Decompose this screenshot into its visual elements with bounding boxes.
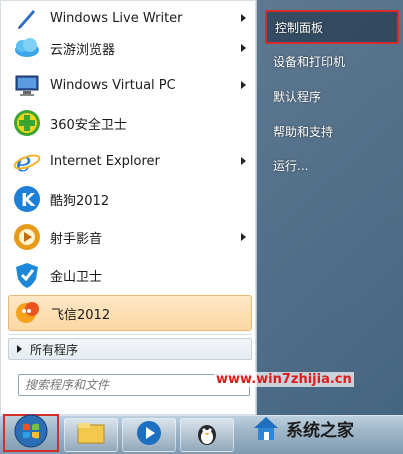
- file-explorer-icon: [76, 421, 106, 449]
- house-logo-icon: [250, 412, 282, 444]
- program-label: Windows Virtual PC: [50, 77, 176, 93]
- kingsoft-guard-icon: [12, 260, 42, 290]
- brand-text: 系统之家: [286, 420, 354, 441]
- right-item-run[interactable]: 运行...: [265, 148, 399, 182]
- program-label: 飞信2012: [51, 307, 111, 323]
- svg-text:K: K: [21, 190, 36, 211]
- windows-live-writer-icon: [12, 3, 42, 33]
- submenu-arrow-icon: [241, 157, 246, 165]
- taskbar-item-file-explorer[interactable]: [64, 418, 118, 452]
- program-360-security[interactable]: 360安全卫士: [8, 105, 252, 141]
- brand-watermark: 系统之家: [250, 408, 400, 448]
- program-shooter-player[interactable]: 射手影音: [8, 219, 252, 255]
- submenu-arrow-icon: [241, 44, 246, 52]
- right-item-label: 帮助和支持: [273, 124, 334, 139]
- right-item-control-panel[interactable]: 控制面板: [265, 10, 399, 44]
- right-item-label: 运行...: [273, 158, 309, 173]
- program-internet-explorer[interactable]: e Internet Explorer: [8, 143, 252, 179]
- submenu-arrow-icon: [241, 233, 246, 241]
- program-kingsoft-guard[interactable]: 金山卫士: [8, 257, 252, 293]
- watermark-url: www.win7zhijia.cn: [214, 372, 354, 387]
- expand-arrow-icon: [17, 345, 22, 353]
- start-orb-icon: [14, 414, 48, 452]
- submenu-arrow-icon: [241, 81, 246, 89]
- program-fetion[interactable]: 飞信2012: [8, 295, 252, 331]
- program-kugou[interactable]: K 酷狗2012: [8, 181, 252, 217]
- yunyou-browser-icon: [12, 33, 42, 63]
- program-label: Windows Live Writer: [50, 10, 183, 26]
- start-button[interactable]: [3, 414, 59, 452]
- program-label: 射手影音: [50, 231, 103, 247]
- right-item-default-programs[interactable]: 默认程序: [265, 79, 399, 113]
- media-player-icon: [135, 419, 163, 451]
- kugou-icon: K: [12, 184, 42, 214]
- program-label: 金山卫士: [50, 269, 103, 285]
- program-label: 云游浏览器: [50, 42, 116, 58]
- all-programs-button[interactable]: 所有程序: [8, 338, 252, 360]
- right-item-label: 默认程序: [273, 89, 322, 104]
- right-item-help-support[interactable]: 帮助和支持: [265, 114, 399, 148]
- all-programs-label: 所有程序: [30, 342, 79, 357]
- program-label: 360安全卫士: [50, 117, 127, 133]
- internet-explorer-icon: e: [12, 146, 42, 176]
- fetion-icon: [13, 298, 43, 328]
- program-label: Internet Explorer: [50, 153, 160, 169]
- qq-penguin-icon: [193, 419, 221, 451]
- submenu-arrow-icon: [241, 14, 246, 22]
- taskbar-item-media-player[interactable]: [122, 418, 176, 452]
- start-menu-programs-panel: Windows Live Writer 云游浏览器 Windows Virtua…: [0, 0, 257, 415]
- program-yunyou-browser[interactable]: 云游浏览器: [8, 30, 252, 66]
- start-menu-right-panel: 控制面板 设备和打印机 默认程序 帮助和支持 运行...: [257, 0, 403, 415]
- program-windows-virtual-pc[interactable]: Windows Virtual PC: [8, 67, 252, 103]
- right-item-devices-printers[interactable]: 设备和打印机: [265, 44, 399, 78]
- taskbar-item-qq[interactable]: [180, 418, 234, 452]
- right-item-label: 设备和打印机: [273, 54, 346, 69]
- divider: [8, 334, 252, 335]
- shooter-player-icon: [12, 222, 42, 252]
- 360-security-icon: [12, 108, 42, 138]
- windows-virtual-pc-icon: [12, 70, 42, 100]
- program-label: 酷狗2012: [50, 193, 110, 209]
- right-item-label: 控制面板: [275, 20, 324, 35]
